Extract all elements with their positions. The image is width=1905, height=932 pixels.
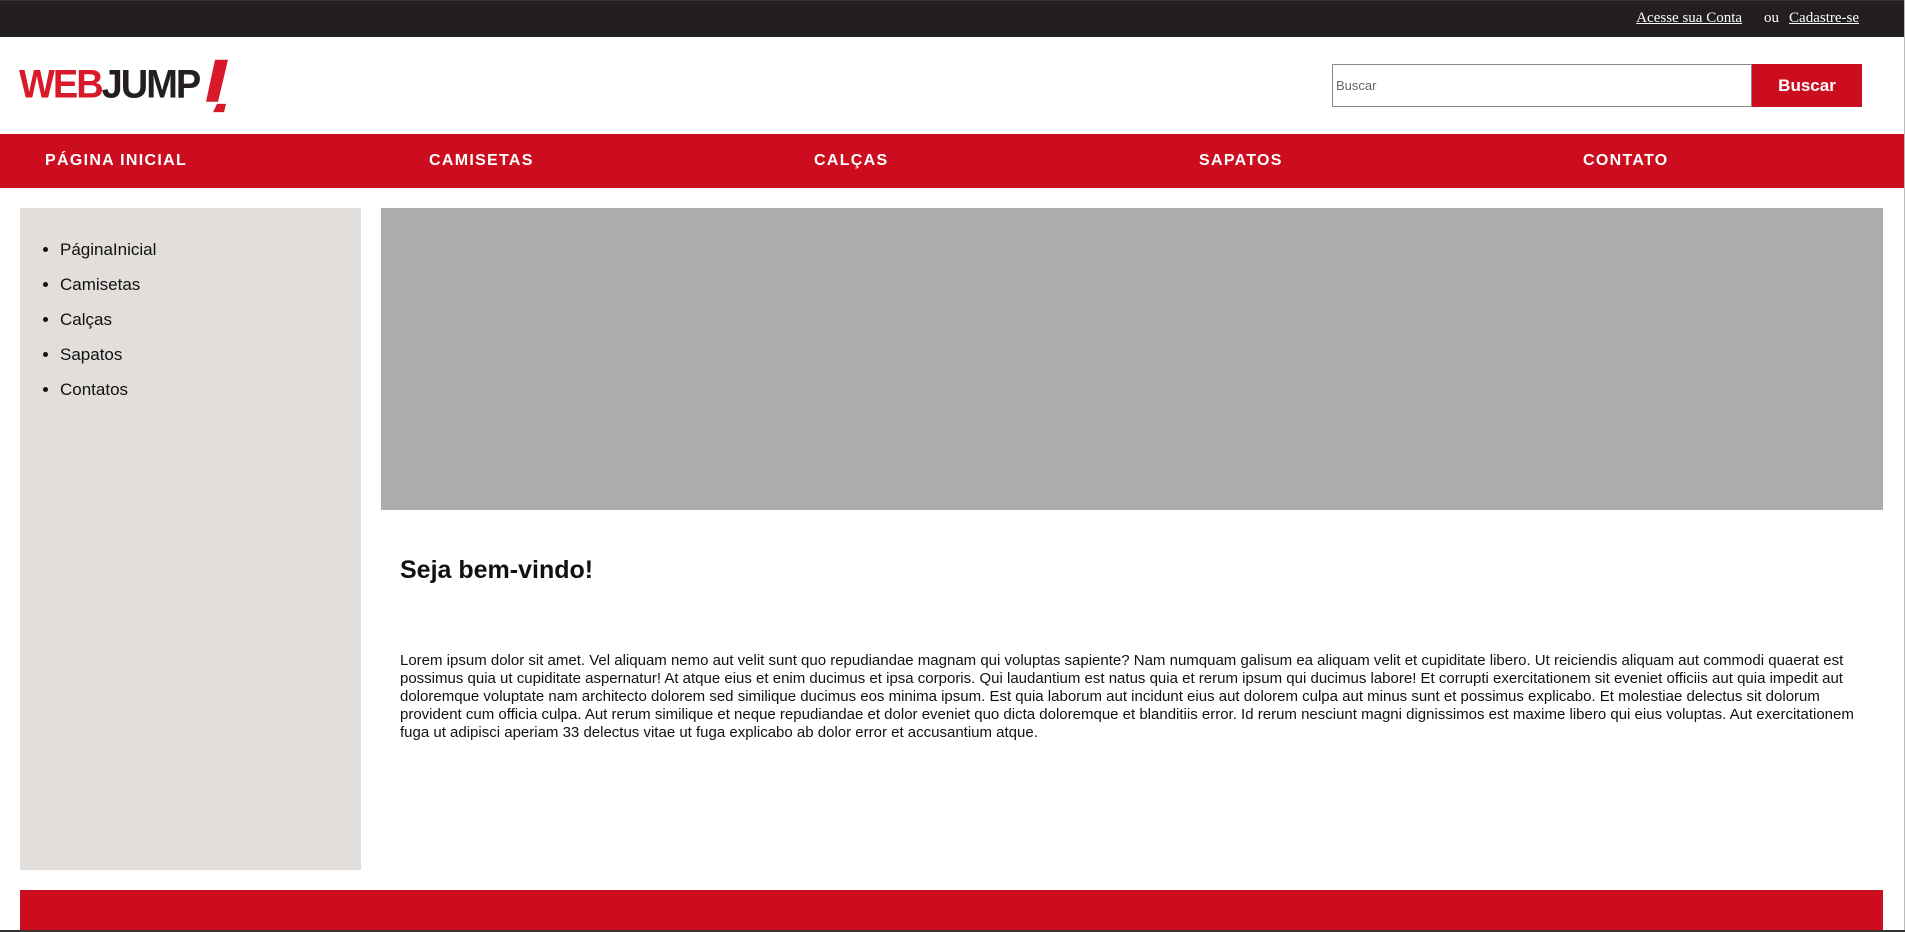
nav-item-pants[interactable]: CALÇAS	[814, 152, 888, 170]
nav-item-shoes[interactable]: SAPATOS	[1199, 152, 1283, 170]
search-form: Buscar	[1332, 64, 1862, 107]
sidebar-item-contacts[interactable]: Contatos	[60, 372, 361, 407]
account-link[interactable]: Acesse sua Conta	[1636, 10, 1742, 26]
sidebar-item-shirts[interactable]: Camisetas	[60, 267, 361, 302]
logo-text-web: WEB	[19, 62, 104, 107]
signup-link[interactable]: Cadastre-se	[1789, 10, 1859, 26]
search-input[interactable]	[1332, 64, 1752, 107]
header: WEB JUMP Buscar	[0, 37, 1904, 134]
nav-item-shirts[interactable]: CAMISETAS	[429, 152, 534, 170]
sidebar-list: PáginaInicial Camisetas Calças Sapatos C…	[20, 208, 361, 407]
search-button[interactable]: Buscar	[1752, 64, 1862, 107]
logo-text-jump: JUMP	[101, 62, 202, 107]
top-bar: Acesse sua Conta ou Cadastre-se	[0, 0, 1904, 37]
sidebar-item-shoes[interactable]: Sapatos	[60, 337, 361, 372]
logo[interactable]: WEB JUMP	[19, 58, 231, 113]
footer	[20, 890, 1883, 932]
nav-item-contact[interactable]: CONTATO	[1583, 152, 1669, 170]
main-nav: PÁGINA INICIAL CAMISETAS CALÇAS SAPATOS …	[0, 134, 1904, 188]
body-text: Lorem ipsum dolor sit amet. Vel aliquam …	[400, 652, 1854, 741]
sidebar-item-pants[interactable]: Calças	[60, 302, 361, 337]
account-links: Acesse sua Conta ou Cadastre-se	[1636, 10, 1859, 27]
sidebar: PáginaInicial Camisetas Calças Sapatos C…	[20, 208, 361, 870]
nav-item-home[interactable]: PÁGINA INICIAL	[45, 152, 187, 170]
sidebar-item-home[interactable]: PáginaInicial	[60, 232, 361, 267]
separator-text: ou	[1764, 10, 1780, 26]
page-title: Seja bem-vindo!	[400, 556, 594, 584]
banner-placeholder	[381, 208, 1883, 510]
logo-mark-icon	[206, 59, 229, 113]
